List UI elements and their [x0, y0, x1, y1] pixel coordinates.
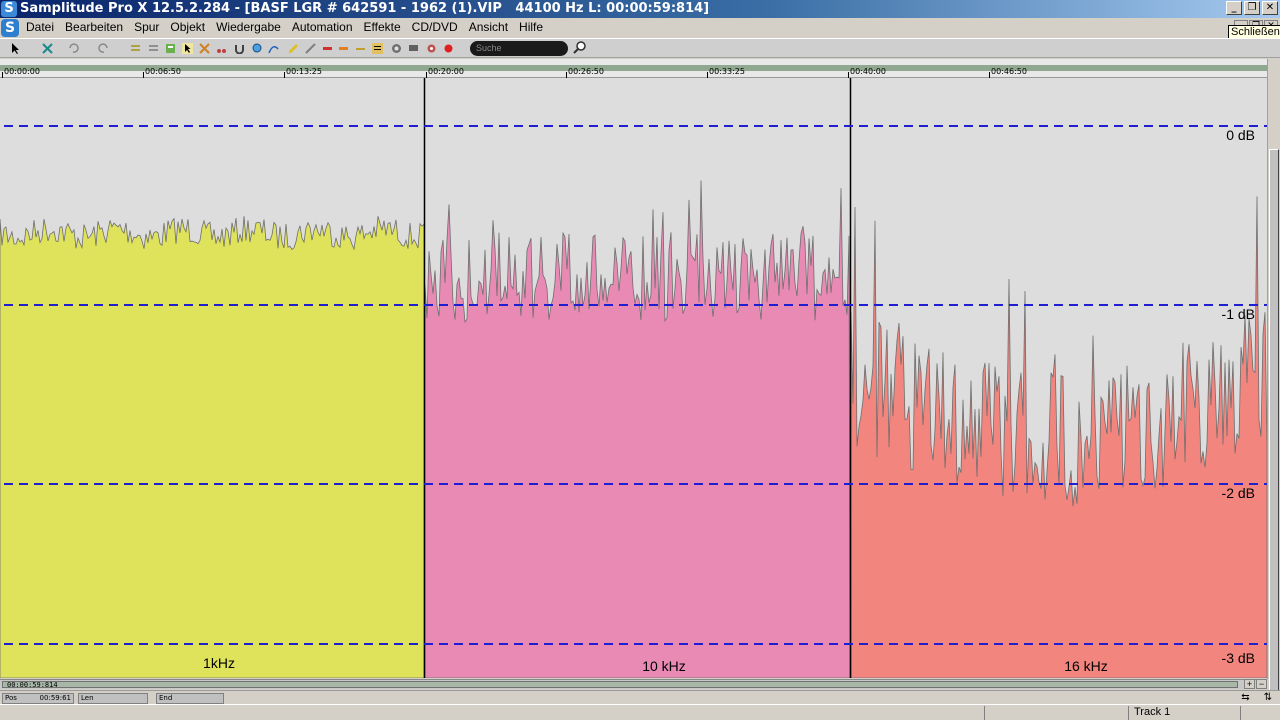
app-logo-icon: S — [1, 1, 17, 17]
menu-cd-dvd[interactable]: CD/DVD — [412, 20, 458, 34]
status-separator — [1240, 706, 1241, 720]
undo-icon[interactable] — [68, 43, 79, 54]
db-label: -2 dB — [1221, 485, 1255, 501]
db-label: 0 dB — [1226, 127, 1255, 143]
ruler-label: 00:13:25 — [286, 67, 322, 76]
search-icon[interactable] — [572, 40, 588, 56]
ruler-label: 00:46:50 — [991, 67, 1027, 76]
menu-hilfe[interactable]: Hilfe — [519, 20, 543, 34]
scroll-position-text: 00:00:59:814 — [7, 681, 58, 689]
window-controls: _ ❐ ✕ — [1226, 1, 1278, 15]
scissors-icon[interactable] — [216, 43, 227, 54]
horizontal-scroll-thumb[interactable]: 00:00:59:814 — [2, 681, 1238, 689]
position-bar: Pos 00:59:61 Len End ⇆ ⇅ — [0, 690, 1280, 704]
audio-track-area[interactable]: 0 dB -1 dB -2 dB -3 dB 1kHz 10 kHz 16 kH… — [0, 78, 1267, 678]
vertical-scroll-thumb[interactable] — [1269, 149, 1279, 709]
menu-bar: S Datei Bearbeiten Spur Objekt Wiedergab… — [0, 18, 1280, 38]
menu-automation[interactable]: Automation — [292, 20, 353, 34]
curve-icon[interactable] — [268, 43, 279, 54]
len-field[interactable]: Len — [78, 693, 148, 704]
pos-label: Pos — [5, 694, 17, 702]
zoom-controls: + − — [1244, 679, 1267, 689]
ruler-label: 00:06:50 — [145, 67, 181, 76]
ruler-label: 00:40:00 — [850, 67, 886, 76]
minimize-button[interactable]: _ — [1226, 1, 1242, 15]
len-label: Len — [81, 694, 94, 702]
title-bar: S Samplitude Pro X 12.5.2.284 - [BASF LG… — [0, 0, 1280, 18]
waveform-segment[interactable] — [0, 216, 425, 678]
updown-arrows-icon[interactable]: ⇅ — [1264, 692, 1272, 703]
segment-label-10khz: 10 kHz — [642, 658, 686, 674]
status-separator — [1128, 706, 1129, 720]
end-label: End — [159, 694, 173, 702]
pos-field[interactable]: Pos 00:59:61 — [2, 693, 74, 704]
ruler-label: 00:20:00 — [428, 67, 464, 76]
select-tool-icon[interactable] — [182, 43, 193, 54]
zoom-icon[interactable] — [252, 43, 263, 54]
nav-buttons: ⇆ ⇅ — [1241, 692, 1272, 703]
pencil-icon[interactable] — [288, 43, 299, 54]
search-input[interactable]: Suche — [470, 41, 568, 56]
horizontal-scrollbar[interactable]: 00:00:59:814 — [0, 679, 1267, 689]
ruler-label: 00:26:50 — [568, 67, 604, 76]
pos-value: 00:59:61 — [39, 694, 71, 702]
volume-icon[interactable] — [355, 43, 366, 54]
record-icon[interactable] — [443, 43, 454, 54]
segment-label-16khz: 16 kHz — [1064, 658, 1108, 674]
close-button[interactable]: ✕ — [1262, 1, 1278, 15]
crossfade-icon[interactable] — [42, 43, 53, 54]
mixer-icon[interactable] — [372, 43, 383, 54]
menu-spur[interactable]: Spur — [134, 20, 159, 34]
menu-wiedergabe[interactable]: Wiedergabe — [216, 20, 281, 34]
ruler-label: 00:00:00 — [4, 67, 40, 76]
db-label: -3 dB — [1221, 650, 1255, 666]
gear-icon[interactable] — [426, 43, 437, 54]
status-track-label: Track 1 — [1134, 706, 1171, 718]
cut-icon[interactable] — [199, 43, 210, 54]
menu-ansicht[interactable]: Ansicht — [469, 20, 508, 34]
status-separator — [984, 706, 985, 720]
swap-arrows-icon[interactable]: ⇆ — [1241, 692, 1249, 703]
vertical-scrollbar[interactable] — [1267, 59, 1280, 709]
zoom-in-button[interactable]: + — [1244, 679, 1255, 689]
ruler-label: 00:33:25 — [709, 67, 745, 76]
redo-icon[interactable] — [98, 43, 109, 54]
maximize-button[interactable]: ❐ — [1244, 1, 1260, 15]
waveform-display[interactable] — [0, 78, 1267, 678]
range-icon[interactable] — [148, 43, 159, 54]
magnet-icon[interactable] — [234, 43, 245, 54]
menu-objekt[interactable]: Objekt — [170, 20, 205, 34]
list-icon[interactable] — [130, 43, 141, 54]
toolbar: Suche — [0, 38, 1280, 58]
segment-label-1khz: 1kHz — [203, 655, 235, 671]
app-window: S Samplitude Pro X 12.5.2.284 - [BASF LG… — [0, 0, 1280, 720]
object-icon[interactable] — [165, 43, 176, 54]
end-field[interactable]: End — [156, 693, 224, 704]
db-label: -1 dB — [1221, 306, 1255, 322]
monitor-icon[interactable] — [408, 43, 419, 54]
fade-icon[interactable] — [338, 43, 349, 54]
pen-icon[interactable] — [305, 43, 316, 54]
menu-effekte[interactable]: Effekte — [364, 20, 401, 34]
status-bar: Track 1 — [0, 704, 1280, 720]
window-title: Samplitude Pro X 12.5.2.284 - [BASF LGR … — [20, 1, 710, 16]
zoom-out-button[interactable]: − — [1256, 679, 1267, 689]
menu-datei[interactable]: Datei — [26, 20, 54, 34]
marker-icon[interactable] — [322, 43, 333, 54]
document-logo-icon[interactable]: S — [1, 19, 19, 37]
menu-bearbeiten[interactable]: Bearbeiten — [65, 20, 123, 34]
settings-icon[interactable] — [391, 43, 402, 54]
pointer-icon[interactable] — [10, 43, 21, 54]
timeline-ruler[interactable]: 00:00:00 00:06:50 00:13:25 00:20:00 00:2… — [0, 59, 1267, 78]
ruler-range-strip[interactable] — [0, 65, 1267, 71]
